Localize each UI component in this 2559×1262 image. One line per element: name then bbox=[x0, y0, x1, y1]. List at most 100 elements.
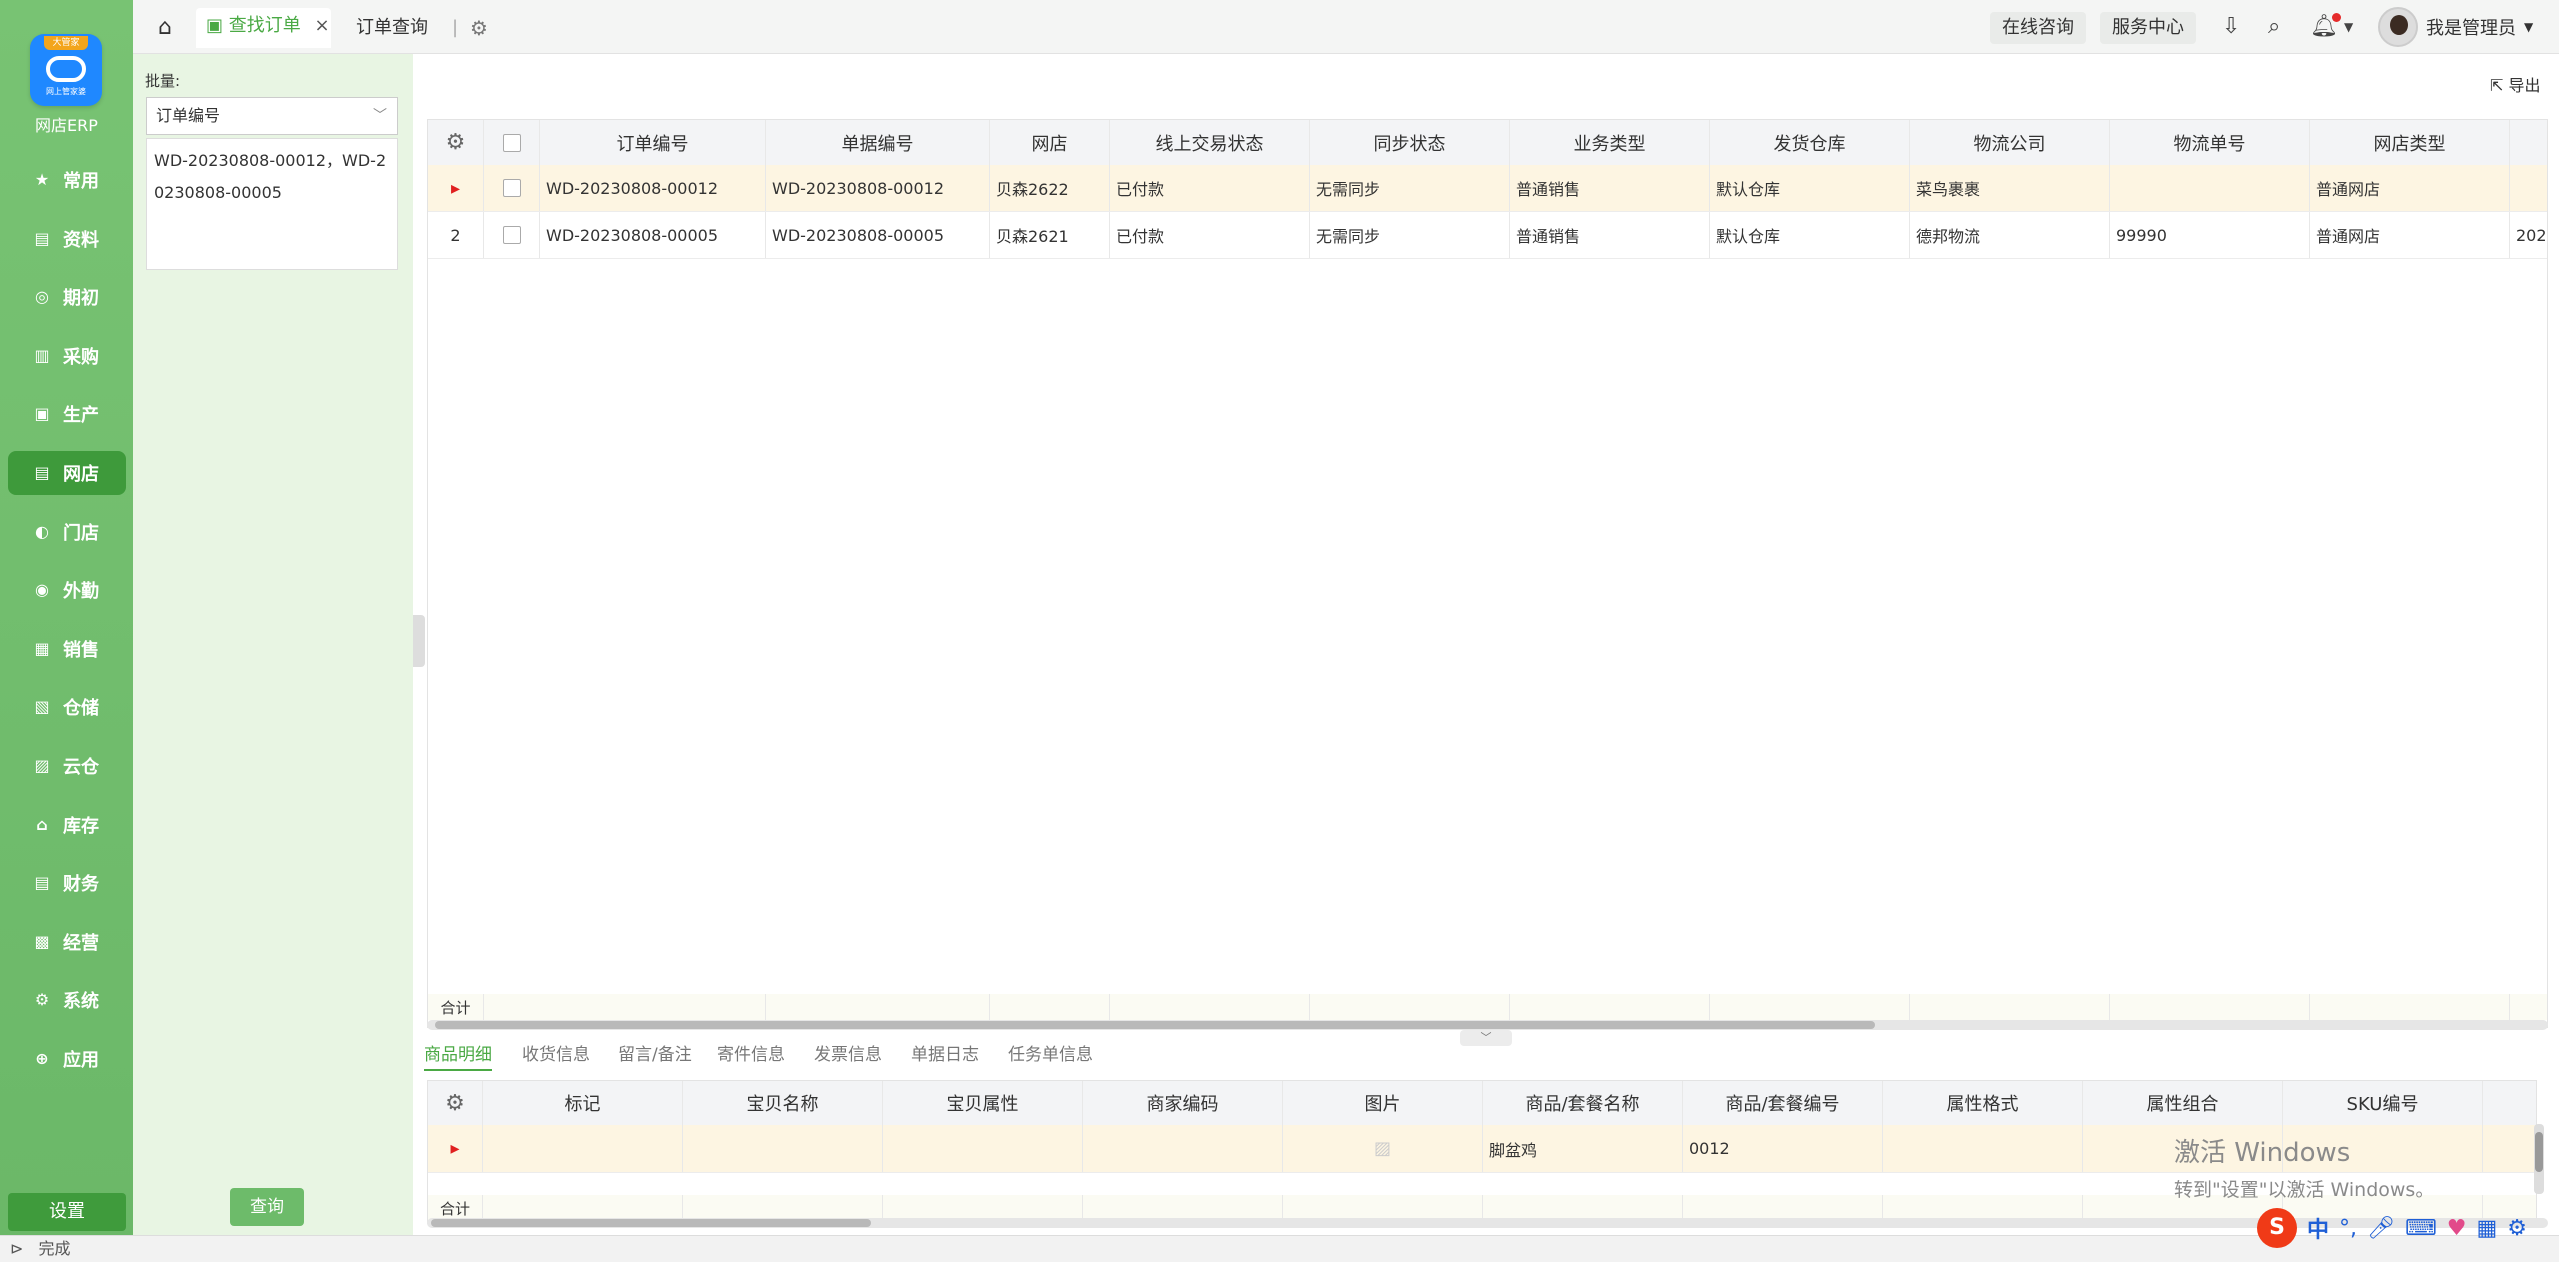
column-header[interactable]: 宝贝名称 bbox=[683, 1081, 883, 1125]
gear-icon[interactable]: ⚙ bbox=[470, 10, 488, 46]
detail-tab[interactable]: 商品明细 bbox=[424, 1040, 492, 1071]
detail-tab[interactable]: 留言/备注 bbox=[618, 1040, 692, 1065]
column-header[interactable]: 属性格式 bbox=[1883, 1081, 2083, 1125]
scrollbar-thumb[interactable] bbox=[435, 1021, 1875, 1029]
query-button[interactable]: 查询 bbox=[230, 1188, 304, 1226]
row-checkbox[interactable] bbox=[502, 179, 521, 197]
column-header[interactable]: 图片 bbox=[1283, 1081, 1483, 1125]
export-button[interactable]: ⇱ 导出 bbox=[2490, 72, 2541, 96]
detail-tab[interactable]: 收货信息 bbox=[522, 1040, 590, 1065]
sidebar-item-label: 期初 bbox=[63, 288, 99, 310]
status-text: 完成 bbox=[38, 1239, 71, 1258]
sidebar-item-8[interactable]: ▦ 销售 bbox=[8, 627, 126, 671]
column-header[interactable]: SKU编号 bbox=[2283, 1081, 2483, 1125]
footer-cell bbox=[1710, 994, 1910, 1020]
main-nav-sidebar: 大管家 网上管家婆 网店ERP ★ 常用 ▤ 资料 ◎ 期初 ▥ 采购 ▣ 生产 ▤ 网店 ◐ 门店 ◉ 外勤… bbox=[0, 0, 133, 1235]
column-header[interactable]: 属性组合 bbox=[2083, 1081, 2283, 1125]
cloud-warehouse-icon: ▨ bbox=[34, 756, 50, 775]
footer-cell bbox=[2310, 994, 2510, 1020]
footer-cell bbox=[766, 994, 990, 1020]
detail-tab[interactable]: 单据日志 bbox=[911, 1040, 979, 1065]
table-cell: 0012 bbox=[1683, 1125, 1883, 1172]
batch-input[interactable]: WD-20230808-00012，WD-20230808-00005 bbox=[146, 138, 398, 270]
operation-icon: ▩ bbox=[34, 931, 50, 951]
sidebar-item-11[interactable]: ⌂ 库存 bbox=[8, 803, 126, 847]
sidebar-item-10[interactable]: ▨ 云仓 bbox=[8, 744, 126, 788]
sidebar-item-6[interactable]: ◐ 门店 bbox=[8, 510, 126, 554]
column-header[interactable]: 网店 bbox=[990, 120, 1110, 165]
user-menu[interactable]: 我是管理员 ▼ bbox=[2378, 4, 2533, 50]
detail-vertical-scrollbar[interactable] bbox=[2534, 1124, 2544, 1194]
panel-collapse-handle[interactable] bbox=[413, 615, 425, 667]
column-header[interactable]: 网店类型 bbox=[2310, 120, 2510, 165]
sidebar-item-3[interactable]: ▥ 采购 bbox=[8, 334, 126, 378]
download-icon[interactable]: ⇩ bbox=[2222, 14, 2240, 39]
table-cell: 德邦物流 bbox=[1910, 212, 2110, 258]
column-header[interactable]: 标记 bbox=[483, 1081, 683, 1125]
microphone-icon[interactable]: 🎤︎ bbox=[2367, 1216, 2395, 1241]
column-header[interactable]: 线上交易状态 bbox=[1110, 120, 1310, 165]
tab-order-query[interactable]: 订单查询 bbox=[356, 10, 428, 46]
sidebar-item-7[interactable]: ◉ 外勤 bbox=[8, 568, 126, 612]
table-cell: 202 bbox=[2516, 225, 2547, 245]
ime-settings-icon[interactable]: ⚙ bbox=[2507, 1216, 2527, 1241]
sogou-ime-icon[interactable]: S bbox=[2257, 1208, 2297, 1248]
order-table-scrollbar[interactable] bbox=[427, 1020, 2548, 1030]
column-header[interactable]: 业务类型 bbox=[1510, 120, 1710, 165]
punctuation-icon[interactable]: °, bbox=[2339, 1216, 2357, 1241]
scrollbar-thumb[interactable] bbox=[431, 1219, 871, 1227]
column-header[interactable]: 物流单号 bbox=[2110, 120, 2310, 165]
ime-language[interactable]: 中 bbox=[2307, 1212, 2329, 1244]
column-header[interactable]: 同步状态 bbox=[1310, 120, 1510, 165]
sidebar-item-label: 生产 bbox=[63, 405, 99, 427]
settings-button[interactable]: 设置 bbox=[8, 1193, 126, 1231]
sidebar-item-5[interactable]: ▤ 网店 bbox=[8, 451, 126, 495]
column-header[interactable]: 订单编号 bbox=[540, 120, 766, 165]
sidebar-item-2[interactable]: ◎ 期初 bbox=[8, 275, 126, 319]
table-row[interactable]: ▸ WD-20230808-00012 WD-20230808-00012 贝森262… bbox=[428, 165, 2547, 212]
detail-table-scrollbar[interactable] bbox=[427, 1218, 2548, 1228]
detail-tab[interactable]: 发票信息 bbox=[814, 1040, 882, 1065]
sidebar-item-12[interactable]: ▤ 财务 bbox=[8, 861, 126, 905]
online-consult-button[interactable]: 在线咨询 bbox=[1990, 12, 2086, 44]
sidebar-item-15[interactable]: ⊕ 应用 bbox=[8, 1037, 126, 1081]
batch-field-select[interactable]: 订单编号 ﹀ bbox=[146, 97, 398, 135]
sidebar-item-4[interactable]: ▣ 生产 bbox=[8, 392, 126, 436]
watermark-line1: 激活 Windows bbox=[2174, 1138, 2351, 1168]
footer-cell bbox=[1110, 994, 1310, 1020]
home-icon[interactable]: ⌂ bbox=[158, 10, 172, 46]
sidebar-item-1[interactable]: ▤ 资料 bbox=[8, 217, 126, 261]
column-header[interactable]: 物流公司 bbox=[1910, 120, 2110, 165]
skin-icon[interactable]: ♥ bbox=[2447, 1216, 2467, 1241]
select-all-checkbox[interactable] bbox=[502, 133, 521, 152]
table-row[interactable]: 2 WD-20230808-00005 WD-20230808-00005 贝森262… bbox=[428, 212, 2547, 259]
column-header[interactable]: 商品/套餐编号 bbox=[1683, 1081, 1883, 1125]
sidebar-item-9[interactable]: ▧ 仓储 bbox=[8, 685, 126, 729]
detail-tab[interactable]: 寄件信息 bbox=[717, 1040, 785, 1065]
table-cell bbox=[2510, 165, 2559, 211]
column-header[interactable]: 商家编码 bbox=[1083, 1081, 1283, 1125]
close-icon[interactable]: × bbox=[314, 15, 329, 36]
toolbox-icon[interactable]: ▦ bbox=[2476, 1216, 2497, 1241]
sidebar-item-0[interactable]: ★ 常用 bbox=[8, 158, 126, 202]
detail-tab[interactable]: 任务单信息 bbox=[1008, 1040, 1093, 1065]
chevron-down-icon[interactable]: ▼ bbox=[2344, 20, 2353, 34]
column-header[interactable]: 宝贝属性 bbox=[883, 1081, 1083, 1125]
sidebar-item-13[interactable]: ▩ 经营 bbox=[8, 920, 126, 964]
search-icon[interactable]: ⌕ bbox=[2268, 14, 2280, 39]
column-settings-gear-icon[interactable]: ⚙ bbox=[428, 1081, 483, 1125]
tab-find-order[interactable]: ▣ 查找订单 × bbox=[196, 8, 331, 48]
column-header[interactable]: 单据编号 bbox=[766, 120, 990, 165]
sidebar-item-label: 仓储 bbox=[63, 698, 99, 720]
row-checkbox[interactable] bbox=[502, 226, 521, 244]
sidebar-toggle-icon[interactable]: ⊳ bbox=[10, 1239, 23, 1258]
service-center-button[interactable]: 服务中心 bbox=[2100, 12, 2196, 44]
column-settings-gear-icon[interactable]: ⚙ bbox=[428, 120, 484, 165]
star-icon: ★ bbox=[34, 170, 50, 189]
chevron-down-icon[interactable]: ﹀ bbox=[1460, 1030, 1512, 1046]
scrollbar-thumb[interactable] bbox=[2535, 1132, 2543, 1172]
column-header[interactable]: 商品/套餐名称 bbox=[1483, 1081, 1683, 1125]
keyboard-icon[interactable]: ⌨ bbox=[2405, 1216, 2437, 1241]
column-header[interactable]: 发货仓库 bbox=[1710, 120, 1910, 165]
sidebar-item-14[interactable]: ⚙ 系统 bbox=[8, 978, 126, 1022]
